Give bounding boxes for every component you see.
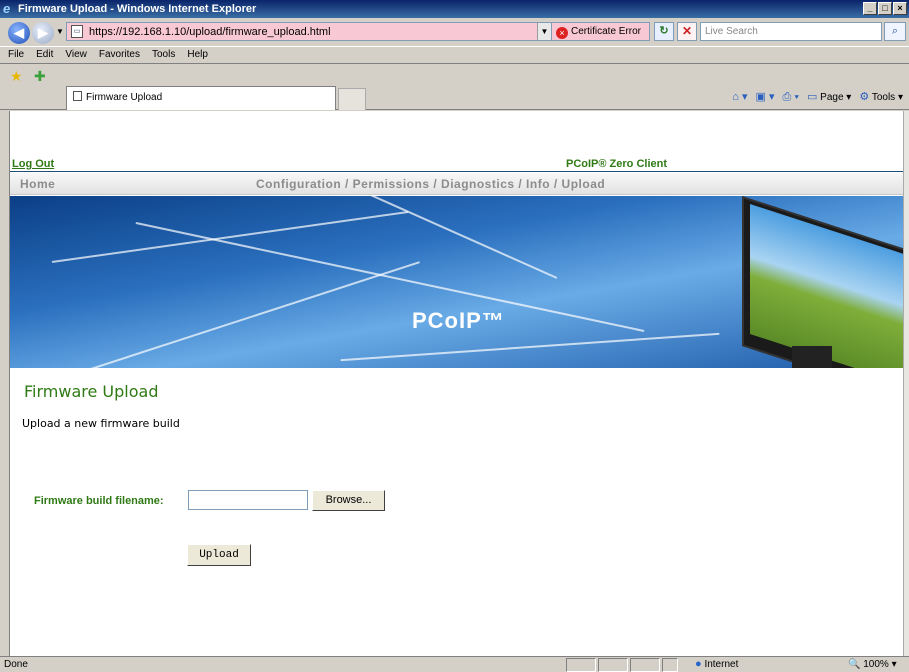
command-bar: ⌂ ▾ ▣ ▾ ⎙ ▾ ▭ Page ▾ ⚙ Tools ▾ (732, 88, 903, 107)
maximize-button[interactable]: □ (878, 2, 892, 15)
header-divider (10, 171, 903, 172)
back-button[interactable]: ◀ (8, 22, 30, 44)
address-toolbar: ◀ ▶ ▼ ▭ https://192.168.1.10/upload/firm… (0, 18, 909, 46)
product-name: PCoIP® Zero Client (566, 158, 668, 170)
page-icon: ▭ (71, 25, 83, 38)
tab-firmware-upload[interactable]: Firmware Upload (66, 86, 336, 110)
status-bar: Done ● Internet 🔍 100% ▾ (0, 656, 909, 672)
pcoip-banner: PCoIP™ (10, 196, 903, 368)
monitor-image (732, 196, 903, 368)
search-icon[interactable]: ⌕ (884, 22, 906, 41)
feeds-icon[interactable]: ▣ ▾ (756, 88, 775, 107)
page-content: Log Out PCoIP® Zero Client Home Configur… (9, 111, 903, 656)
logout-link[interactable]: Log Out (12, 158, 54, 170)
gear-icon: ⚙ (859, 91, 870, 103)
status-cell (566, 658, 596, 672)
add-favorites-icon[interactable]: ✚ (34, 68, 46, 85)
upload-button[interactable]: Upload (187, 544, 251, 566)
browse-button[interactable]: Browse... (312, 490, 385, 511)
zoom-label: 100% (863, 659, 889, 670)
menu-tools[interactable]: Tools (148, 47, 183, 63)
page-icon: ▭ (806, 91, 818, 103)
window-title: Firmware Upload - Windows Internet Explo… (18, 3, 257, 15)
page-menu-button[interactable]: ▭ Page ▾ (807, 88, 851, 107)
menu-view[interactable]: View (61, 47, 95, 63)
close-button[interactable]: × (893, 2, 907, 15)
internet-globe-icon: ● (695, 658, 702, 670)
page-title: Firmware Upload (24, 382, 159, 401)
certificate-error-button[interactable]: × Certificate Error (552, 22, 650, 41)
menu-file[interactable]: File (4, 47, 32, 63)
tab-title: Firmware Upload (86, 92, 163, 103)
nav-home-link[interactable]: Home (20, 173, 55, 195)
address-bar[interactable]: ▭ https://192.168.1.10/upload/firmware_u… (66, 22, 552, 41)
firmware-filename-label: Firmware build filename: (34, 495, 164, 507)
page-scrollbar[interactable] (903, 111, 909, 656)
tab-page-icon (73, 91, 82, 101)
refresh-button[interactable]: ↻ (654, 22, 674, 41)
zoom-icon: 🔍 (848, 659, 861, 670)
certificate-error-label: Certificate Error (571, 26, 642, 37)
menu-favorites[interactable]: Favorites (95, 47, 148, 63)
favorites-bar: ★ ✚ Firmware Upload ⌂ ▾ ▣ ▾ ⎙ ▾ ▭ Page ▾… (0, 64, 909, 110)
zoom-level[interactable]: 🔍 100% ▾ (848, 657, 897, 672)
menu-edit[interactable]: Edit (32, 47, 61, 63)
status-cell (598, 658, 628, 672)
ie-logo-icon: e (3, 1, 11, 16)
nav-links[interactable]: Configuration / Permissions / Diagnostic… (256, 173, 605, 195)
tools-menu-button[interactable]: ⚙ Tools ▾ (859, 88, 903, 107)
site-nav: Home Configuration / Permissions / Diagn… (10, 173, 903, 195)
security-zone[interactable]: ● Internet (695, 657, 738, 672)
status-cell (630, 658, 660, 672)
page-menu-label: Page (820, 92, 844, 103)
status-text: Done (4, 659, 28, 670)
page-description: Upload a new firmware build (22, 417, 180, 430)
menu-help[interactable]: Help (183, 47, 216, 63)
firmware-filename-input[interactable] (188, 490, 308, 510)
pcoip-logo: PCoIP™ (412, 308, 505, 333)
favorites-star-icon[interactable]: ★ (10, 68, 23, 85)
window-titlebar: e Firmware Upload - Windows Internet Exp… (0, 0, 909, 18)
certificate-error-icon: × (556, 27, 568, 39)
search-placeholder: Live Search (705, 26, 758, 37)
address-url: https://192.168.1.10/upload/firmware_upl… (89, 26, 331, 38)
new-tab-button[interactable] (338, 88, 366, 110)
print-icon[interactable]: ⎙ ▾ (783, 88, 799, 107)
forward-button[interactable]: ▶ (32, 22, 54, 44)
stop-button[interactable]: ✕ (677, 22, 697, 41)
status-cell (662, 658, 678, 672)
search-input[interactable]: Live Search (700, 22, 882, 41)
security-zone-label: Internet (704, 659, 739, 670)
address-dropdown-button[interactable]: ▼ (537, 23, 551, 40)
home-icon[interactable]: ⌂ ▾ (732, 88, 747, 107)
recent-pages-dropdown[interactable]: ▼ (56, 27, 64, 36)
menu-bar: File Edit View Favorites Tools Help (0, 46, 909, 64)
minimize-button[interactable]: _ (863, 2, 877, 15)
tools-menu-label: Tools (871, 92, 896, 103)
